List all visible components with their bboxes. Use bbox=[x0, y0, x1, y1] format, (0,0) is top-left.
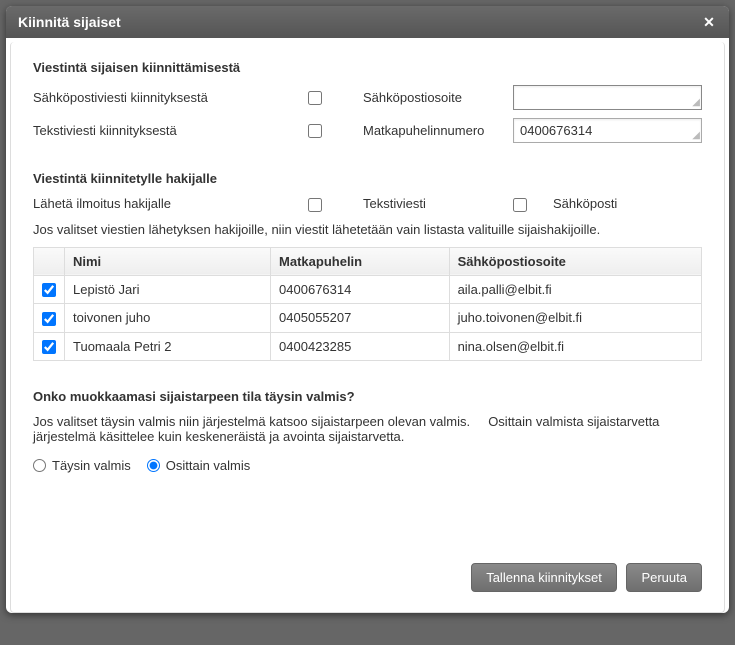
table-row: toivonen juho 0405055207 juho.toivonen@e… bbox=[34, 304, 702, 333]
row-sms-notify: Tekstiviesti kiinnityksestä Matkapuhelin… bbox=[33, 118, 702, 143]
row-notify-applicant: Lähetä ilmoitus hakijalle Tekstiviesti S… bbox=[33, 196, 702, 212]
cell-phone: 0400676314 bbox=[271, 275, 450, 304]
checkbox-email-notify[interactable] bbox=[308, 91, 322, 105]
row-checkbox[interactable] bbox=[42, 340, 56, 354]
label-notify-applicant: Lähetä ilmoitus hakijalle bbox=[33, 196, 308, 211]
checkbox-sms-notify[interactable] bbox=[308, 124, 322, 138]
close-icon[interactable]: ✕ bbox=[699, 13, 719, 33]
table-header-phone: Matkapuhelin bbox=[271, 247, 450, 275]
row-email-notify: Sähköpostiviesti kiinnityksestä Sähköpos… bbox=[33, 85, 702, 110]
radio-partial[interactable] bbox=[147, 459, 160, 472]
cell-email: juho.toivonen@elbit.fi bbox=[449, 304, 701, 333]
label-phone-number: Matkapuhelinnumero bbox=[363, 123, 513, 138]
radio-full[interactable] bbox=[33, 459, 46, 472]
checkbox-notify-applicant[interactable] bbox=[308, 198, 322, 212]
table-header-row: Nimi Matkapuhelin Sähköpostiosoite bbox=[34, 247, 702, 275]
cell-name: toivonen juho bbox=[65, 304, 271, 333]
cell-phone: 0400423285 bbox=[271, 332, 450, 361]
label-radio-partial: Osittain valmis bbox=[166, 458, 251, 473]
button-row: Tallenna kiinnitykset Peruuta bbox=[33, 563, 702, 592]
section3-help-a: Jos valitset täysin valmis niin järjeste… bbox=[33, 414, 470, 429]
cell-name: Tuomaala Petri 2 bbox=[65, 332, 271, 361]
input-email-address[interactable] bbox=[513, 85, 702, 110]
row-checkbox[interactable] bbox=[42, 283, 56, 297]
label-email-address: Sähköpostiosoite bbox=[363, 90, 513, 105]
section1-heading: Viestintä sijaisen kiinnittämisestä bbox=[33, 60, 702, 75]
label-sms-option: Tekstiviesti bbox=[363, 196, 513, 211]
label-email-option: Sähköposti bbox=[553, 196, 617, 211]
section3-heading: Onko muokkaamasi sijaistarpeen tila täys… bbox=[33, 389, 702, 404]
applicants-table: Nimi Matkapuhelin Sähköpostiosoite Lepis… bbox=[33, 247, 702, 362]
table-header-check bbox=[34, 247, 65, 275]
table-row: Lepistö Jari 0400676314 aila.palli@elbit… bbox=[34, 275, 702, 304]
table-header-email: Sähköpostiosoite bbox=[449, 247, 701, 275]
dialog-body: Viestintä sijaisen kiinnittämisestä Sähk… bbox=[10, 42, 725, 613]
dialog-title: Kiinnitä sijaiset bbox=[18, 14, 121, 30]
cell-email: aila.palli@elbit.fi bbox=[449, 275, 701, 304]
section2-heading: Viestintä kiinnitetylle hakijalle bbox=[33, 171, 702, 186]
cell-phone: 0405055207 bbox=[271, 304, 450, 333]
save-button[interactable]: Tallenna kiinnitykset bbox=[471, 563, 617, 592]
checkbox-sms-option[interactable] bbox=[513, 198, 527, 212]
status-radio-group: Täysin valmis Osittain valmis bbox=[33, 458, 702, 473]
table-row: Tuomaala Petri 2 0400423285 nina.olsen@e… bbox=[34, 332, 702, 361]
table-header-name: Nimi bbox=[65, 247, 271, 275]
label-sms-notify: Tekstiviesti kiinnityksestä bbox=[33, 123, 308, 138]
section2-help: Jos valitset viestien lähetyksen hakijoi… bbox=[33, 222, 702, 237]
cancel-button[interactable]: Peruuta bbox=[626, 563, 702, 592]
dialog: Kiinnitä sijaiset ✕ Viestintä sijaisen k… bbox=[6, 6, 729, 613]
label-radio-full: Täysin valmis bbox=[52, 458, 131, 473]
input-phone-number[interactable] bbox=[513, 118, 702, 143]
row-checkbox[interactable] bbox=[42, 312, 56, 326]
label-email-notify: Sähköpostiviesti kiinnityksestä bbox=[33, 90, 308, 105]
dialog-titlebar: Kiinnitä sijaiset ✕ bbox=[6, 6, 729, 38]
section3-help: Jos valitset täysin valmis niin järjeste… bbox=[33, 414, 702, 444]
cell-email: nina.olsen@elbit.fi bbox=[449, 332, 701, 361]
cell-name: Lepistö Jari bbox=[65, 275, 271, 304]
